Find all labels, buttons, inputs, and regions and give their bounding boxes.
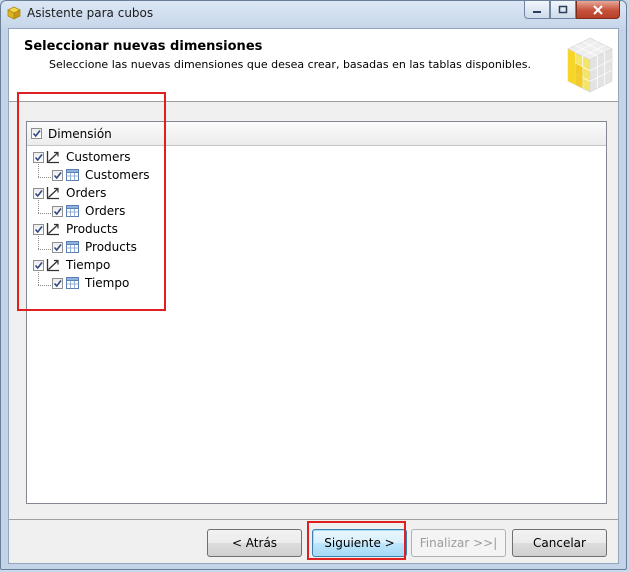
dimension-checkbox[interactable] [33, 260, 44, 271]
table-label: Customers [85, 168, 150, 182]
dimension-tree[interactable]: Dimensión Customers Customers Orders Ord… [26, 121, 607, 504]
table-checkbox[interactable] [52, 242, 63, 253]
caption-buttons [524, 1, 620, 20]
close-button[interactable] [576, 1, 620, 19]
check-icon [34, 154, 43, 162]
table-label: Orders [85, 204, 126, 218]
dimension-label: Orders [66, 186, 107, 200]
tree-connector [38, 285, 51, 286]
next-button[interactable]: Siguiente > [312, 529, 407, 557]
table-checkbox[interactable] [52, 206, 63, 217]
column-header-label: Dimensión [48, 127, 112, 141]
window-title: Asistente para cubos [27, 6, 154, 20]
dimension-icon [46, 223, 59, 236]
dialog-client-area: Seleccionar nuevas dimensiones Seleccion… [8, 28, 619, 564]
footer-separator [9, 519, 618, 520]
minimize-icon [533, 10, 541, 13]
check-icon [32, 130, 41, 138]
dimension-label: Products [66, 222, 118, 236]
cube-app-icon [7, 6, 21, 20]
check-icon [34, 190, 43, 198]
check-icon [34, 262, 43, 270]
table-icon [66, 205, 79, 217]
back-button[interactable]: < Atrás [207, 529, 302, 557]
tree-connector [38, 164, 39, 177]
select-all-checkbox[interactable] [31, 128, 42, 139]
table-icon [66, 169, 79, 181]
dimension-checkbox[interactable] [33, 152, 44, 163]
tree-connector [38, 236, 39, 249]
table-icon [66, 241, 79, 253]
title-bar[interactable]: Asistente para cubos [1, 1, 626, 27]
wizard-header: Seleccionar nuevas dimensiones Seleccion… [9, 29, 618, 102]
wizard-window: Asistente para cubos Seleccionar nuevas … [0, 0, 627, 570]
tree-connector [38, 272, 39, 285]
tree-connector [38, 200, 39, 213]
check-icon [53, 208, 62, 216]
check-icon [53, 172, 62, 180]
dimension-icon [46, 259, 59, 272]
table-label: Tiempo [85, 276, 130, 290]
finish-button[interactable]: Finalizar >>| [411, 529, 506, 557]
page-title: Seleccionar nuevas dimensiones [24, 39, 263, 54]
dimension-label: Tiempo [66, 258, 111, 272]
close-icon [593, 4, 603, 15]
page-subtitle: Seleccione las nuevas dimensiones que de… [49, 58, 531, 71]
cube-wizard-icon [567, 37, 613, 93]
minimize-button[interactable] [524, 1, 550, 19]
check-icon [53, 280, 62, 288]
check-icon [34, 226, 43, 234]
check-icon [53, 244, 62, 252]
tree-column-header: Dimensión [27, 122, 606, 146]
dimension-checkbox[interactable] [33, 188, 44, 199]
table-checkbox[interactable] [52, 278, 63, 289]
cancel-button[interactable]: Cancelar [512, 529, 607, 557]
table-icon [66, 277, 79, 289]
maximize-icon [558, 5, 568, 14]
dimension-label: Customers [66, 150, 131, 164]
tree-connector [38, 249, 51, 250]
tree-connector [38, 213, 51, 214]
table-checkbox[interactable] [52, 170, 63, 181]
maximize-button[interactable] [550, 1, 576, 19]
table-label: Products [85, 240, 137, 254]
dimension-checkbox[interactable] [33, 224, 44, 235]
tree-connector [38, 177, 51, 178]
dimension-icon [46, 187, 59, 200]
dimension-icon [46, 151, 59, 164]
